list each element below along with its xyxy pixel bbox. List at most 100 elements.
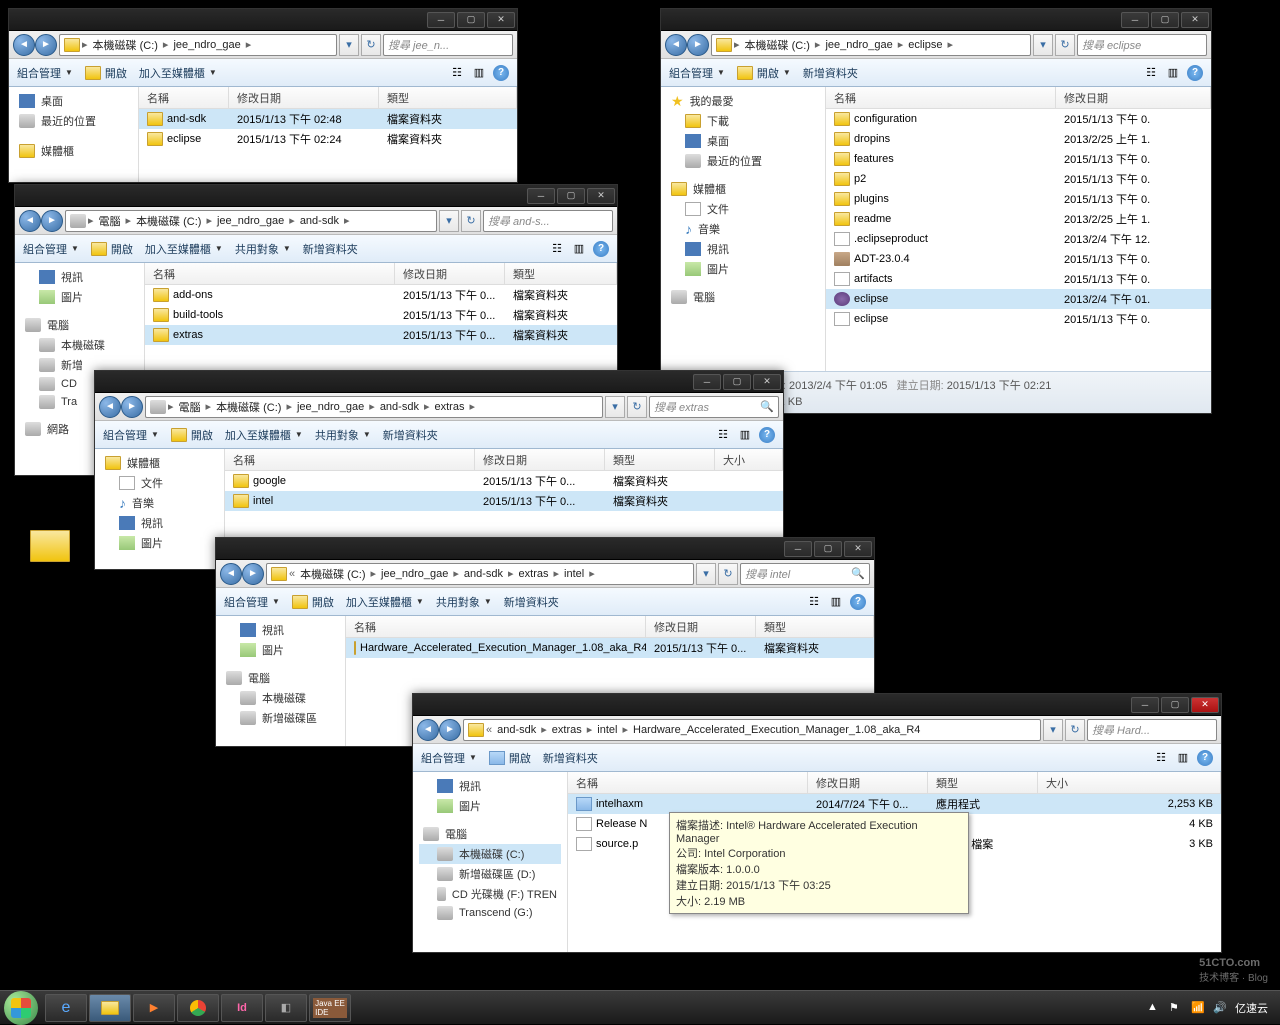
list-item[interactable]: intel2015/1/13 下午 0...檔案資料夾 [225,491,783,511]
music-icon: ♪ [685,221,692,237]
refresh-button[interactable]: ↻ [361,34,381,56]
forward-button[interactable]: ► [41,210,63,232]
nav-pane[interactable]: 視訊 圖片 電腦 本機磁碟 (C:) 新增磁碟區 (D:) CD 光碟機 (F:… [413,772,568,952]
list-item[interactable]: add-ons2015/1/13 下午 0...檔案資料夾 [145,285,617,305]
taskbar[interactable]: e ▶ Id ◧ Java EEIDE ▲ ⚑ 📶 🔊 亿速云 [0,990,1280,1024]
watermark: 51CTO.com 技术博客 · Blog [1199,957,1268,984]
system-tray[interactable]: ▲ ⚑ 📶 🔊 亿速云 [1147,1000,1276,1016]
desktop-folder-icon[interactable] [30,530,70,562]
task-indesign[interactable]: Id [221,994,263,1022]
list-item[interactable]: build-tools2015/1/13 下午 0...檔案資料夾 [145,305,617,325]
back-button[interactable]: ◄ [19,210,41,232]
tray-flag-icon[interactable]: ⚑ [1169,1001,1183,1015]
file-list[interactable]: and-sdk2015/1/13 下午 02:48檔案資料夾 eclipse20… [139,109,517,182]
back-button[interactable]: ◄ [665,34,687,56]
list-item[interactable]: .eclipseproduct2013/2/4 下午 12. [826,229,1211,249]
add-to-library[interactable]: 加入至媒體櫃 ▼ [139,65,217,81]
breadcrumb[interactable]: ▸本機磁碟 (C:) ▸jee_ndro_gae ▸ [59,34,337,56]
maximize-button[interactable]: ▢ [557,188,585,204]
search-input[interactable]: 搜尋 extras 🔍 [649,396,779,418]
column-headers[interactable]: 名稱 修改日期 類型 [139,87,517,109]
search-input[interactable]: 搜尋 eclipse [1077,34,1207,56]
open-button[interactable]: 開啟 ▼ [737,65,791,81]
forward-button[interactable]: ► [35,34,57,56]
list-item[interactable]: intelhaxm2014/7/24 下午 0...應用程式2,253 KB [568,794,1221,814]
preview-pane-icon[interactable]: ▥ [1165,65,1181,81]
open-button[interactable]: 開啟 [85,65,127,81]
tray-volume-icon[interactable]: 🔊 [1213,1001,1227,1015]
favorites-icon: ★ [671,94,684,108]
new-folder[interactable]: 新增資料夾 [803,65,858,81]
list-item[interactable]: features2015/1/13 下午 0. [826,149,1211,169]
explorer-window-5[interactable]: ─▢✕ ◄► «and-sdk ▸extras ▸intel ▸Hardware… [412,693,1222,953]
view-options-icon[interactable]: ☷ [449,65,465,81]
list-item[interactable]: eclipse2013/2/4 下午 01. [826,289,1211,309]
search-input[interactable]: 搜尋 intel 🔍 [740,563,870,585]
nav-pane[interactable]: 桌面 最近的位置 媒體櫃 [9,87,139,182]
task-javaee[interactable]: Java EEIDE [309,994,351,1022]
list-item[interactable]: plugins2015/1/13 下午 0. [826,189,1211,209]
search-input[interactable]: 搜尋 Hard... [1087,719,1217,741]
breadcrumb[interactable]: ▸電腦 ▸本機磁碟 (C:) ▸jee_ndro_gae ▸and-sdk ▸e… [145,396,603,418]
task-media[interactable]: ▶ [133,994,175,1022]
help-icon[interactable]: ? [493,65,509,81]
minimize-button[interactable]: ─ [427,12,455,28]
view-options-icon[interactable]: ☷ [1143,65,1159,81]
breadcrumb[interactable]: ▸本機磁碟 (C:) ▸jee_ndro_gae ▸eclipse ▸ [711,34,1031,56]
list-item[interactable]: artifacts2015/1/13 下午 0. [826,269,1211,289]
history-dropdown[interactable]: ▾ [339,34,359,56]
minimize-button[interactable]: ─ [527,188,555,204]
task-ie[interactable]: e [45,994,87,1022]
file-list[interactable]: configuration2015/1/13 下午 0.dropins2013/… [826,109,1211,371]
forward-button[interactable]: ► [687,34,709,56]
nav-pane[interactable]: 媒體櫃 文件 ♪音樂 視訊 圖片 [95,449,225,569]
list-item[interactable]: extras2015/1/13 下午 0...檔案資料夾 [145,325,617,345]
nav-pane[interactable]: ★我的最愛 下載 桌面 最近的位置 媒體櫃 文件 ♪音樂 視訊 圖片 電腦 [661,87,826,371]
list-item[interactable]: and-sdk2015/1/13 下午 02:48檔案資料夾 [139,109,517,129]
explorer-window-eclipse[interactable]: ─ ▢ ✕ ◄► ▸本機磁碟 (C:) ▸jee_ndro_gae ▸eclip… [660,8,1212,414]
task-app[interactable]: ◧ [265,994,307,1022]
list-item[interactable]: Hardware_Accelerated_Execution_Manager_1… [346,638,874,658]
task-explorer[interactable] [89,994,131,1022]
organize-menu[interactable]: 組合管理 ▼ [669,65,725,81]
file-tooltip: 檔案描述: Intel® Hardware Accelerated Execut… [669,812,969,914]
breadcrumb[interactable]: «and-sdk ▸extras ▸intel ▸Hardware_Accele… [463,719,1041,741]
search-input[interactable]: 搜尋 and-s... [483,210,613,232]
list-item[interactable]: eclipse2015/1/13 下午 0. [826,309,1211,329]
maximize-button[interactable]: ▢ [457,12,485,28]
nav-pane[interactable]: 視訊 圖片 電腦 本機磁碟 新增磁碟區 [216,616,346,746]
history-dropdown[interactable]: ▾ [1033,34,1053,56]
help-icon[interactable]: ? [1187,65,1203,81]
list-item[interactable]: p22015/1/13 下午 0. [826,169,1211,189]
close-button[interactable]: ✕ [1181,12,1209,28]
list-item[interactable]: google2015/1/13 下午 0...檔案資料夾 [225,471,783,491]
maximize-button[interactable]: ▢ [1151,12,1179,28]
close-button[interactable]: ✕ [1191,697,1219,713]
explorer-window-1[interactable]: ─ ▢ ✕ ◄► ▸本機磁碟 (C:) ▸jee_ndro_gae ▸ ▾ ↻ … [8,8,518,183]
list-item[interactable]: configuration2015/1/13 下午 0. [826,109,1211,129]
titlebar[interactable]: ─ ▢ ✕ [9,9,517,31]
refresh-button[interactable]: ↻ [1055,34,1075,56]
toolbar: 組合管理 ▼ 開啟 加入至媒體櫃 ▼ ☷ ▥ ? [9,59,517,87]
titlebar[interactable]: ─ ▢ ✕ [661,9,1211,31]
start-button[interactable] [4,991,38,1025]
organize-menu[interactable]: 組合管理 ▼ [17,65,73,81]
tray-ime[interactable]: 亿速云 [1235,1000,1268,1016]
search-input[interactable]: 搜尋 jee_n... [383,34,513,56]
preview-pane-icon[interactable]: ▥ [471,65,487,81]
tray-network-icon[interactable]: 📶 [1191,1001,1205,1015]
list-item[interactable]: dropins2013/2/25 上午 1. [826,129,1211,149]
minimize-button[interactable]: ─ [1121,12,1149,28]
list-item[interactable]: eclipse2015/1/13 下午 02:24檔案資料夾 [139,129,517,149]
task-chrome[interactable] [177,994,219,1022]
address-bar: ◄► ▸本機磁碟 (C:) ▸jee_ndro_gae ▸ ▾ ↻ 搜尋 jee… [9,31,517,59]
breadcrumb[interactable]: «本機磁碟 (C:) ▸jee_ndro_gae ▸and-sdk ▸extra… [266,563,694,585]
breadcrumb[interactable]: ▸電腦 ▸本機磁碟 (C:) ▸jee_ndro_gae ▸and-sdk ▸ [65,210,437,232]
back-button[interactable]: ◄ [13,34,35,56]
column-headers[interactable]: 名稱 修改日期 [826,87,1211,109]
list-item[interactable]: readme2013/2/25 上午 1. [826,209,1211,229]
close-button[interactable]: ✕ [587,188,615,204]
tray-show-hidden-icon[interactable]: ▲ [1147,1001,1161,1015]
list-item[interactable]: ADT-23.0.42015/1/13 下午 0. [826,249,1211,269]
close-button[interactable]: ✕ [487,12,515,28]
